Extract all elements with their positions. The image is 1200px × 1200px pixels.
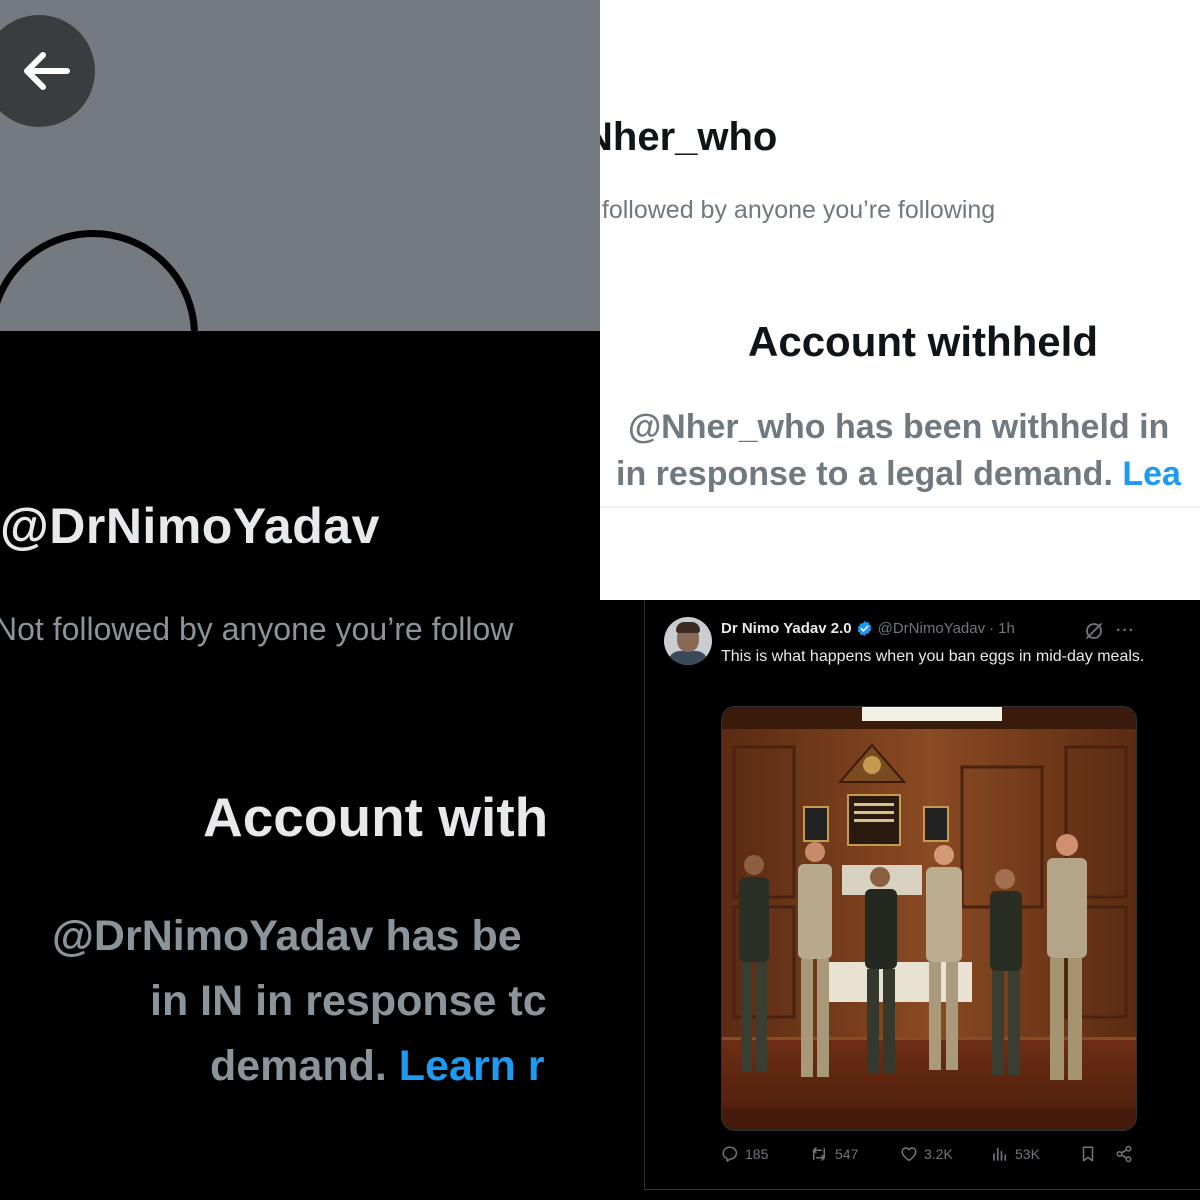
grok-icon[interactable] [1084, 621, 1104, 646]
learn-more-link[interactable]: Learn r [399, 1042, 545, 1090]
views-button[interactable]: 53K [991, 1145, 1040, 1163]
tweet-photo[interactable] [721, 706, 1137, 1131]
tweet-actions: 185 547 3.2K 53K [721, 1145, 1141, 1169]
reply-icon [722, 1146, 738, 1162]
share-button[interactable] [1115, 1145, 1139, 1163]
followers-you-know: t followed by anyone you’re following [600, 196, 996, 224]
like-count: 3.2K [924, 1146, 953, 1162]
withheld-title: Account with [203, 786, 549, 848]
withheld-message-line: in response to a legal demand. Lea [616, 455, 1181, 494]
back-arrow-icon [24, 52, 70, 90]
withheld-message-line: @DrNimoYadav has be [52, 912, 522, 960]
like-button[interactable]: 3.2K [900, 1145, 953, 1163]
reply-button[interactable]: 185 [721, 1145, 768, 1163]
reply-count: 185 [745, 1146, 769, 1162]
more-icon[interactable]: ··· [1116, 622, 1135, 640]
author-name[interactable]: Dr Nimo Yadav 2.0 [721, 620, 852, 637]
like-icon [901, 1147, 917, 1162]
profile-handle: @DrNimoYadav [0, 498, 380, 554]
divider [600, 506, 1200, 508]
tweet-panel: Dr Nimo Yadav 2.0 @DrNimoYadav · 1h ··· … [600, 600, 1200, 1200]
left-profile-panel: @DrNimoYadav Not followed by anyone you’… [0, 0, 600, 1200]
views-icon [993, 1147, 1007, 1161]
learn-more-link[interactable]: Lea [1122, 455, 1181, 493]
followers-you-know: Not followed by anyone you’re follow [0, 611, 514, 647]
bookmark-button[interactable] [1079, 1145, 1103, 1163]
verified-icon [856, 620, 873, 637]
share-icon [1116, 1145, 1132, 1163]
tweet-header: Dr Nimo Yadav 2.0 @DrNimoYadav · 1h [721, 620, 1015, 637]
tweet-author-avatar[interactable] [664, 617, 712, 665]
withheld-message-line: demand. Learn r [210, 1042, 545, 1091]
avatar [0, 230, 198, 331]
retweet-button[interactable]: 547 [809, 1145, 858, 1163]
profile-banner [0, 0, 600, 331]
withheld-message-line: in IN in response tc [150, 977, 547, 1025]
withheld-message-line: @Nher_who has been withheld in [628, 408, 1170, 446]
withheld-message-text: demand. [210, 1042, 399, 1090]
separator: · [989, 620, 995, 637]
tweet-text: This is what happens when you ban eggs i… [721, 648, 1145, 665]
bookmark-icon [1082, 1146, 1094, 1162]
withheld-title: Account withheld [748, 318, 1098, 365]
profile-handle: Nher_who [600, 115, 778, 159]
back-button[interactable] [0, 15, 95, 127]
retweet-count: 547 [835, 1146, 859, 1162]
views-count: 53K [1015, 1146, 1040, 1162]
withheld-message-text: in response to a legal demand. [616, 455, 1123, 493]
right-profile-panel: Nher_who t followed by anyone you’re fol… [600, 0, 1200, 600]
retweet-icon [813, 1147, 825, 1161]
tweet-timestamp[interactable]: 1h [998, 620, 1015, 637]
author-handle[interactable]: @DrNimoYadav [878, 620, 985, 637]
